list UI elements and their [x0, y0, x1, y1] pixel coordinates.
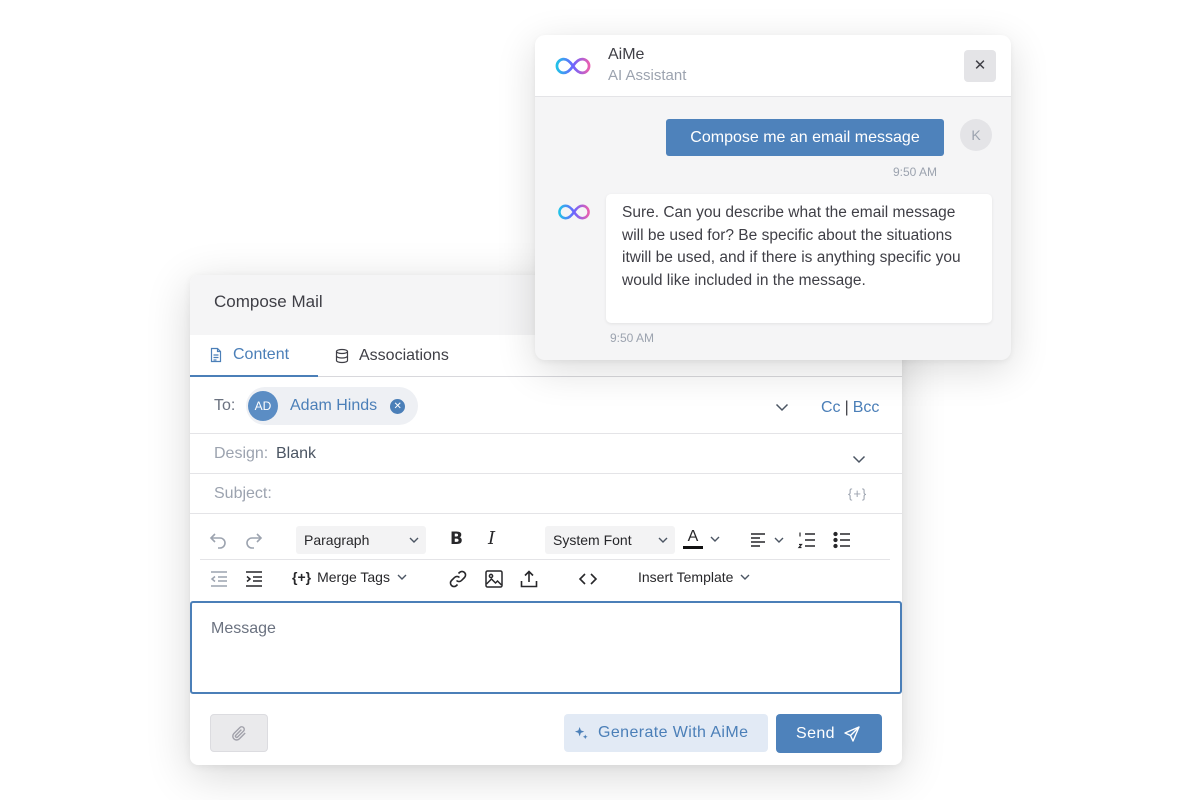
bot-message-bubble: Sure. Can you describe what the email me… [606, 194, 992, 323]
undo-icon[interactable] [208, 530, 228, 550]
align-select[interactable] [749, 531, 785, 549]
user-avatar: K [960, 119, 992, 151]
chat-assistant-name: AiMe [608, 46, 645, 63]
chat-header: AiMe AI Assistant ✕ [535, 35, 1011, 97]
insert-template-label: Insert Template [638, 569, 734, 585]
aime-logo-icon [558, 204, 590, 220]
aime-logo-icon [555, 57, 591, 75]
align-left-icon [751, 533, 765, 547]
recipient-avatar: AD [248, 391, 278, 421]
code-icon[interactable] [578, 569, 598, 589]
send-button[interactable]: Send [776, 714, 882, 753]
paragraph-select[interactable]: Paragraph [296, 526, 426, 554]
subject-label: Subject: [214, 485, 272, 502]
outdent-icon[interactable] [209, 569, 229, 589]
close-icon[interactable]: ✕ [964, 50, 996, 82]
editor-toolbar-row-1: Paragraph B I System Font A [200, 520, 890, 560]
bcc-link[interactable]: Bcc [853, 399, 880, 416]
bot-message-time: 9:50 AM [610, 331, 655, 345]
upload-icon[interactable] [519, 569, 539, 589]
recipient-chip[interactable]: AD Adam Hinds ✕ [246, 387, 418, 425]
design-row[interactable]: Design: Blank [190, 434, 902, 474]
merge-tag-icon[interactable]: {+} [848, 486, 867, 501]
recipient-name: Adam Hinds [290, 397, 378, 414]
aime-chat-panel: AiMe AI Assistant ✕ Compose me an email … [535, 35, 1011, 360]
paperclip-icon [232, 726, 246, 741]
cc-bcc: Cc | Bcc [821, 399, 879, 417]
design-label: Design: [214, 445, 269, 462]
generate-with-aime-button[interactable]: Generate With AiMe [564, 714, 768, 752]
remove-recipient-icon[interactable]: ✕ [390, 398, 406, 414]
link-icon[interactable] [448, 569, 468, 589]
text-color-select[interactable]: A [683, 528, 721, 549]
sparkle-icon [574, 726, 588, 740]
tab-content[interactable]: Content [190, 335, 318, 377]
send-icon [844, 726, 860, 742]
tab-content-label: Content [233, 346, 290, 363]
user-message-time: 9:50 AM [893, 165, 938, 179]
subject-row: Subject: {+} [190, 474, 902, 514]
italic-icon[interactable]: I [488, 528, 508, 549]
numbered-list-icon[interactable] [797, 530, 817, 550]
database-icon [335, 348, 349, 364]
document-icon [210, 347, 222, 363]
chevron-down-icon [397, 574, 407, 580]
merge-tags-icon: {+} [292, 569, 312, 585]
font-select-value: System Font [553, 532, 632, 548]
compose-title: Compose Mail [214, 292, 323, 311]
tab-associations[interactable]: Associations [334, 335, 484, 377]
merge-tags-label: Merge Tags [317, 569, 390, 585]
to-row: To: AD Adam Hinds ✕ Cc | Bcc [190, 377, 902, 434]
generate-label: Generate With AiMe [598, 724, 749, 741]
chevron-down-icon [710, 536, 720, 542]
chevron-down-icon[interactable] [774, 399, 790, 415]
user-message-bubble: Compose me an email message [666, 119, 944, 156]
redo-icon[interactable] [244, 530, 264, 550]
editor-toolbar-row-2: {+} Merge Tags Insert Template [200, 559, 890, 599]
cc-bcc-separator: | [844, 399, 849, 416]
font-select[interactable]: System Font [545, 526, 675, 554]
merge-tags-select[interactable]: {+} Merge Tags [292, 569, 408, 585]
chevron-down-icon [409, 537, 419, 543]
design-value: Blank [276, 445, 317, 462]
message-editor[interactable]: Message [190, 601, 902, 694]
attach-button[interactable] [210, 714, 268, 752]
cc-link[interactable]: Cc [821, 399, 841, 416]
bullet-list-icon[interactable] [832, 530, 852, 550]
tab-associations-label: Associations [359, 347, 449, 364]
chevron-down-icon [740, 574, 750, 580]
send-label: Send [796, 724, 835, 742]
to-label: To: [214, 397, 236, 414]
paragraph-select-value: Paragraph [304, 532, 370, 548]
text-color-icon: A [683, 528, 703, 549]
chevron-down-icon[interactable] [851, 451, 867, 467]
subject-input[interactable] [285, 480, 825, 508]
image-icon[interactable] [484, 569, 504, 589]
chevron-down-icon [774, 537, 784, 543]
message-placeholder: Message [211, 620, 276, 637]
chevron-down-icon [658, 537, 668, 543]
chat-assistant-subtitle: AI Assistant [608, 67, 687, 84]
bold-icon[interactable]: B [450, 529, 470, 549]
insert-template-select[interactable]: Insert Template [638, 569, 751, 585]
indent-icon[interactable] [244, 569, 264, 589]
